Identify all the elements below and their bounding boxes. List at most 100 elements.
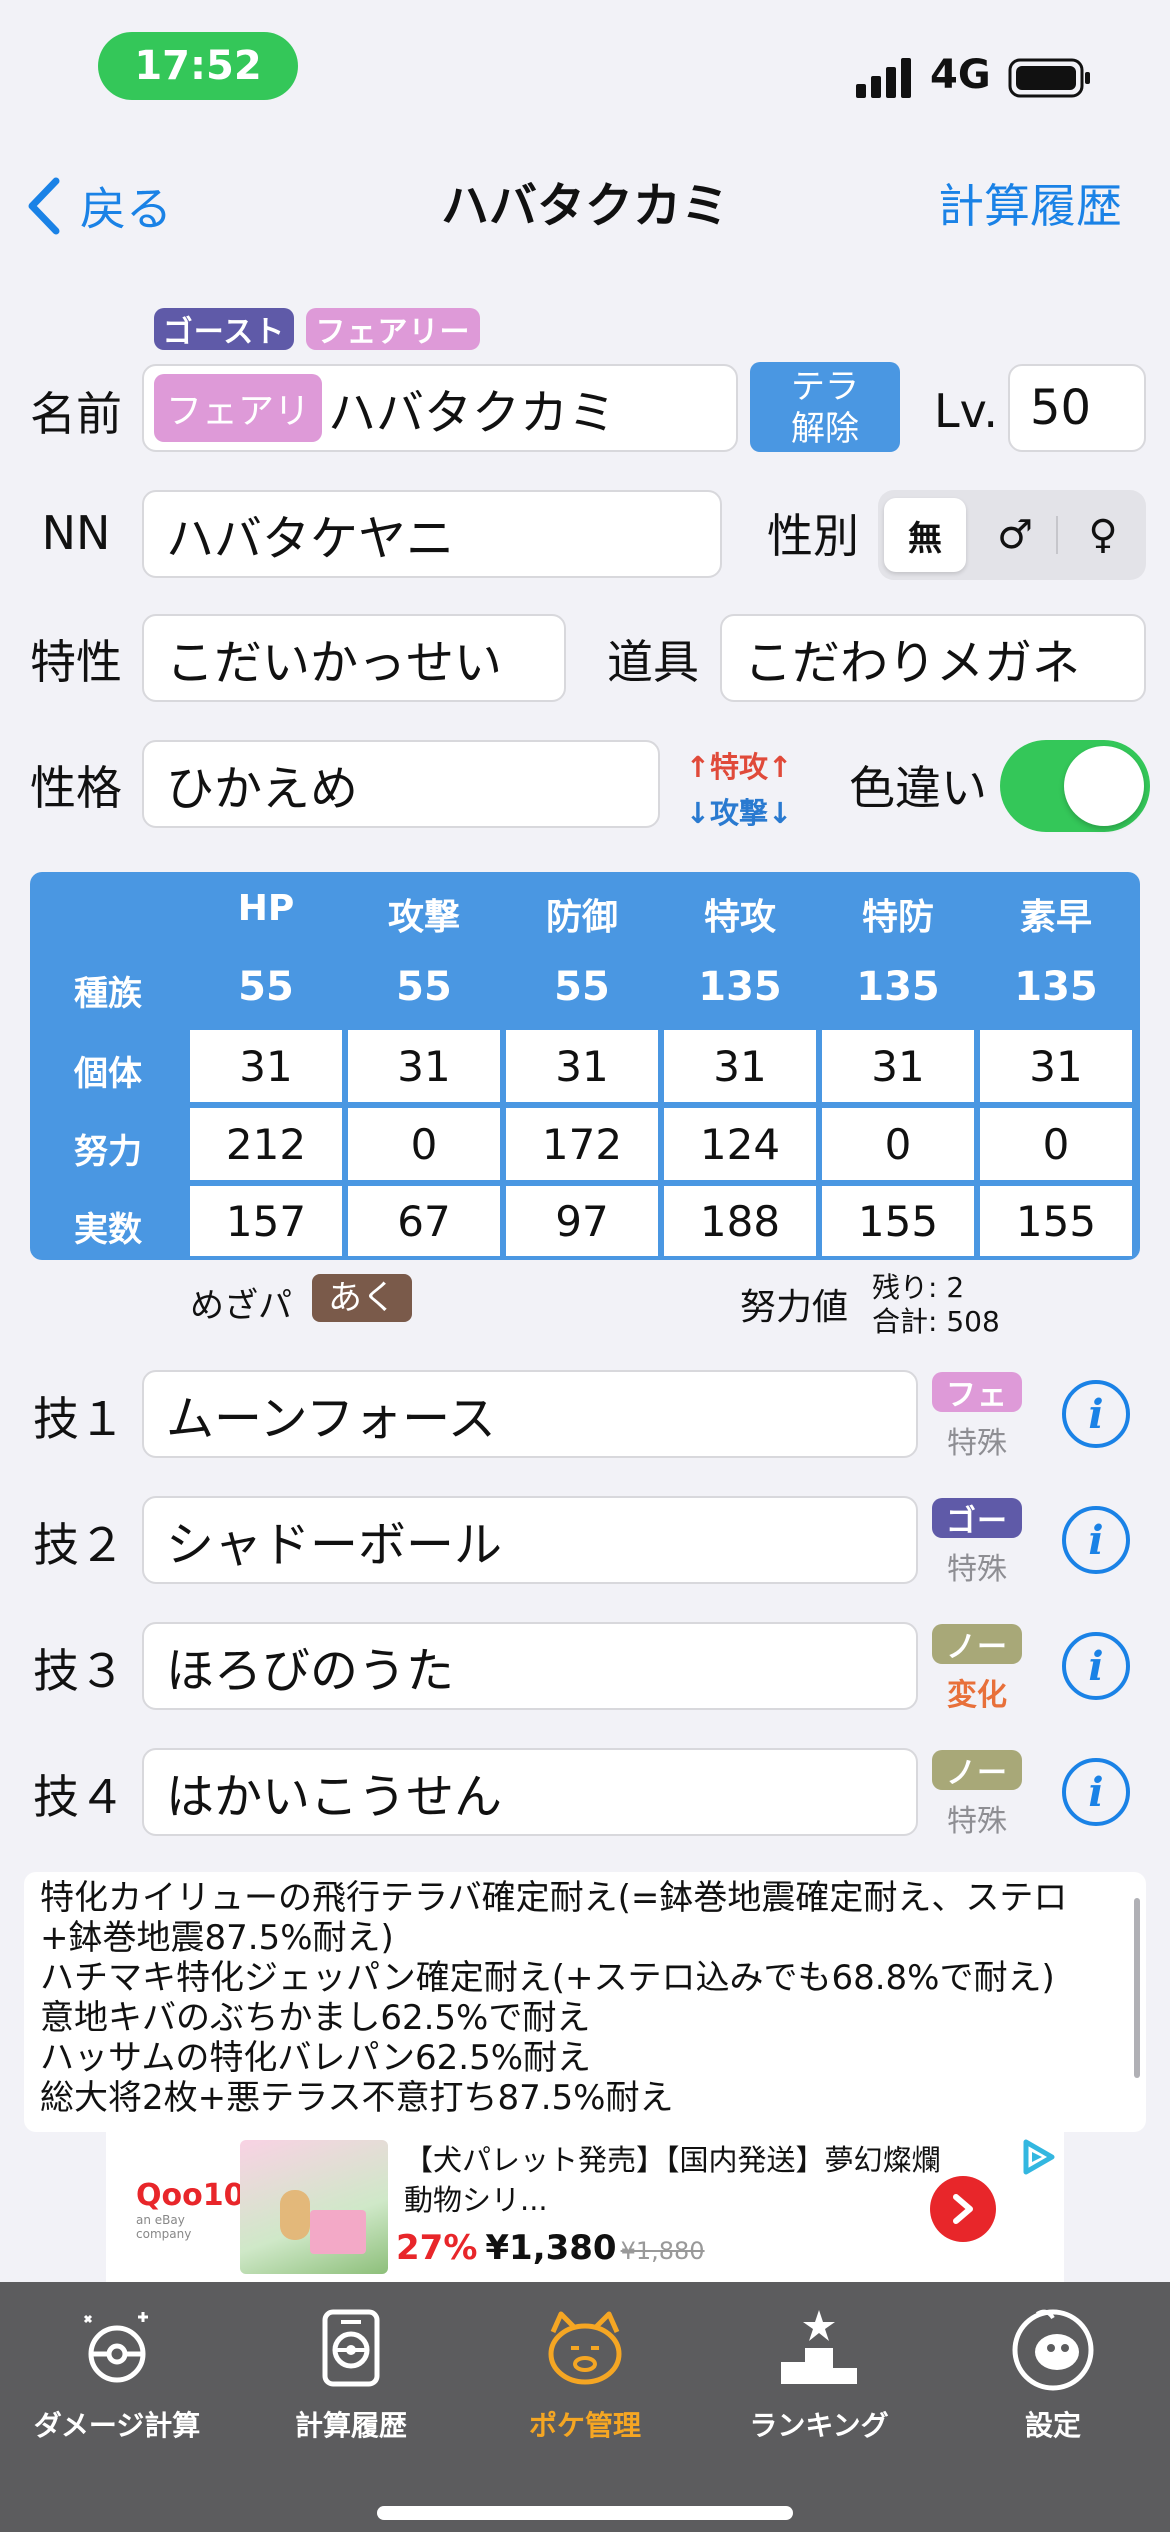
tab-history[interactable]: 計算履歴 — [234, 2302, 468, 2452]
move-1-label: 技１ — [33, 1392, 125, 1446]
nickname-field[interactable]: ハバタケヤニ — [142, 490, 722, 578]
history-link[interactable]: 計算履歴 — [938, 175, 1122, 237]
move-2-info-icon[interactable]: i — [1062, 1506, 1130, 1574]
memo-line: 総大将2枚+悪テラス不意打ち87.5%耐え — [40, 2078, 674, 2118]
ad-price-row: 27% ¥1,380 ¥1,880 — [396, 2228, 705, 2268]
ad-go-button[interactable] — [930, 2176, 996, 2242]
gender-option-male[interactable]: ♂ — [974, 498, 1056, 572]
item-label: 道具 — [607, 635, 699, 689]
base-stat-atk: 55 — [396, 964, 452, 1010]
iv-spa[interactable]: 31 — [664, 1030, 816, 1102]
actual-spe[interactable]: 155 — [980, 1186, 1132, 1256]
move-4-category: 特殊 — [947, 1804, 1007, 1839]
iv-def[interactable]: 31 — [506, 1030, 658, 1102]
tera-type-badge: フェアリ — [154, 374, 323, 442]
base-stat-spd: 135 — [856, 964, 940, 1010]
ev-hp[interactable]: 212 — [190, 1108, 342, 1180]
battery-icon — [1008, 58, 1092, 98]
stats-table: HP 攻撃 防御 特攻 特防 素早 種族 55 55 55 135 135 13… — [30, 872, 1140, 1260]
history-icon — [322, 2309, 380, 2387]
move-1-field[interactable]: ムーンフォース — [142, 1370, 918, 1458]
tab-ranking[interactable]: ランキング — [702, 2302, 936, 2452]
actual-spa[interactable]: 188 — [664, 1186, 816, 1256]
actual-spd[interactable]: 155 — [822, 1186, 974, 1256]
move-2-type-badge: ゴー — [932, 1498, 1022, 1539]
move-4-info-icon[interactable]: i — [1062, 1758, 1130, 1826]
switch-knob — [1064, 746, 1144, 826]
shiny-toggle-switch[interactable] — [1000, 740, 1150, 832]
item-field[interactable]: こだわりメガネ — [720, 614, 1146, 702]
move-3-field[interactable]: ほろびのうた — [142, 1622, 918, 1710]
memo-line: 意地キバのぶちかまし62.5%で耐え — [40, 1998, 591, 2038]
move-3-category: 変化 — [947, 1678, 1007, 1713]
stat-header-atk: 攻撃 — [387, 897, 460, 938]
ad-brand-sub: an eBay company — [136, 2213, 192, 2241]
type-chip-fairy: フェアリー — [306, 308, 480, 350]
move-2-category: 特殊 — [947, 1552, 1007, 1587]
stat-header-spe: 素早 — [1019, 897, 1092, 938]
hidden-power-type-badge[interactable]: あく — [312, 1274, 412, 1322]
nature-down-stat: ↓攻撃↓ — [685, 796, 793, 830]
actual-hp[interactable]: 157 — [190, 1186, 342, 1256]
ev-spe[interactable]: 0 — [980, 1108, 1132, 1180]
tab-damage-calc[interactable]: ダメージ計算 — [0, 2302, 234, 2452]
settings-icon — [1012, 2309, 1094, 2391]
chevron-right-icon — [953, 2194, 973, 2224]
level-field[interactable]: 50 — [1008, 364, 1146, 452]
move-3-info-icon[interactable]: i — [1062, 1632, 1130, 1700]
name-field[interactable]: フェアリ ハバタクカミ — [142, 364, 738, 452]
iv-spe[interactable]: 31 — [980, 1030, 1132, 1102]
move-1-info-icon[interactable]: i — [1062, 1380, 1130, 1448]
memo-line: ハチマキ特化ジェッパン確定耐え(+ステロ込みでも68.8%で耐え) — [40, 1958, 1055, 1998]
ev-spd[interactable]: 0 — [822, 1108, 974, 1180]
gender-option-female[interactable]: ♀ — [1062, 498, 1144, 572]
tab-poke-manage[interactable]: ポケ管理 — [468, 2302, 702, 2452]
tera-toggle-button[interactable]: テラ 解除 — [750, 362, 900, 452]
tera-button-line2: 解除 — [791, 409, 859, 449]
ev-def[interactable]: 172 — [506, 1108, 658, 1180]
move-3-label: 技３ — [33, 1644, 125, 1698]
move-4-type-badge: ノー — [932, 1750, 1022, 1791]
base-stat-spe: 135 — [1014, 964, 1098, 1010]
nature-up-stat: ↑特攻↑ — [685, 750, 793, 784]
status-time: 17:52 — [98, 32, 298, 100]
move-3-type-badge: ノー — [932, 1624, 1022, 1665]
memo-line: 特化カイリューの飛行テラバ確定耐え(=鉢巻地震確定耐え、ステロ — [40, 1878, 1068, 1918]
memo-line: +鉢巻地震87.5%耐え) — [40, 1918, 394, 1958]
iv-hp[interactable]: 31 — [190, 1030, 342, 1102]
base-stat-hp: 55 — [238, 964, 294, 1010]
ad-price: ¥1,380 — [485, 2228, 617, 2268]
gender-segmented-control[interactable]: 無 ♂ ♀ — [878, 490, 1146, 580]
iv-atk[interactable]: 31 — [348, 1030, 500, 1102]
ad-choices-icon[interactable] — [1018, 2138, 1056, 2176]
ad-brand-name: Qoo10 — [136, 2178, 245, 2213]
hidden-power-label: めざパ — [190, 1286, 292, 1326]
ability-label: 特性 — [30, 635, 122, 689]
row-label-actual: 実数 — [74, 1210, 142, 1250]
ev-atk[interactable]: 0 — [348, 1108, 500, 1180]
base-stat-spa: 135 — [698, 964, 782, 1010]
iv-spd[interactable]: 31 — [822, 1030, 974, 1102]
memo-line: ハッサムの特化バレパン62.5%耐え — [40, 2038, 592, 2078]
memo-textarea[interactable]: 特化カイリューの飛行テラバ確定耐え(=鉢巻地震確定耐え、ステロ +鉢巻地震87.… — [24, 1872, 1146, 2132]
move-4-label: 技４ — [33, 1770, 125, 1824]
tab-label: 計算履歴 — [294, 2409, 407, 2442]
network-label: 4G — [930, 52, 991, 98]
ranking-icon — [781, 2310, 857, 2384]
ev-spa[interactable]: 124 — [664, 1108, 816, 1180]
ad-brand-logo: Qoo10 an eBay company — [136, 2178, 245, 2241]
ad-product-figure — [280, 2190, 310, 2240]
move-4-field[interactable]: はかいこうせん — [142, 1748, 918, 1836]
ad-banner[interactable]: Qoo10 an eBay company 【犬パレット発売】【国内発送】夢幻燦… — [106, 2132, 1064, 2282]
move-2-field[interactable]: シャドーボール — [142, 1496, 918, 1584]
memo-scrollbar[interactable] — [1134, 1898, 1140, 2078]
ability-field[interactable]: こだいかっせい — [142, 614, 566, 702]
actual-atk[interactable]: 67 — [348, 1186, 500, 1256]
nature-field[interactable]: ひかえめ — [142, 740, 660, 828]
tab-settings[interactable]: 設定 — [936, 2302, 1170, 2452]
gender-option-none[interactable]: 無 — [884, 498, 966, 572]
actual-def[interactable]: 97 — [506, 1186, 658, 1256]
move-2-label: 技２ — [33, 1518, 125, 1572]
stat-header-def: 防御 — [545, 897, 618, 938]
nickname-label: NN — [41, 506, 111, 560]
